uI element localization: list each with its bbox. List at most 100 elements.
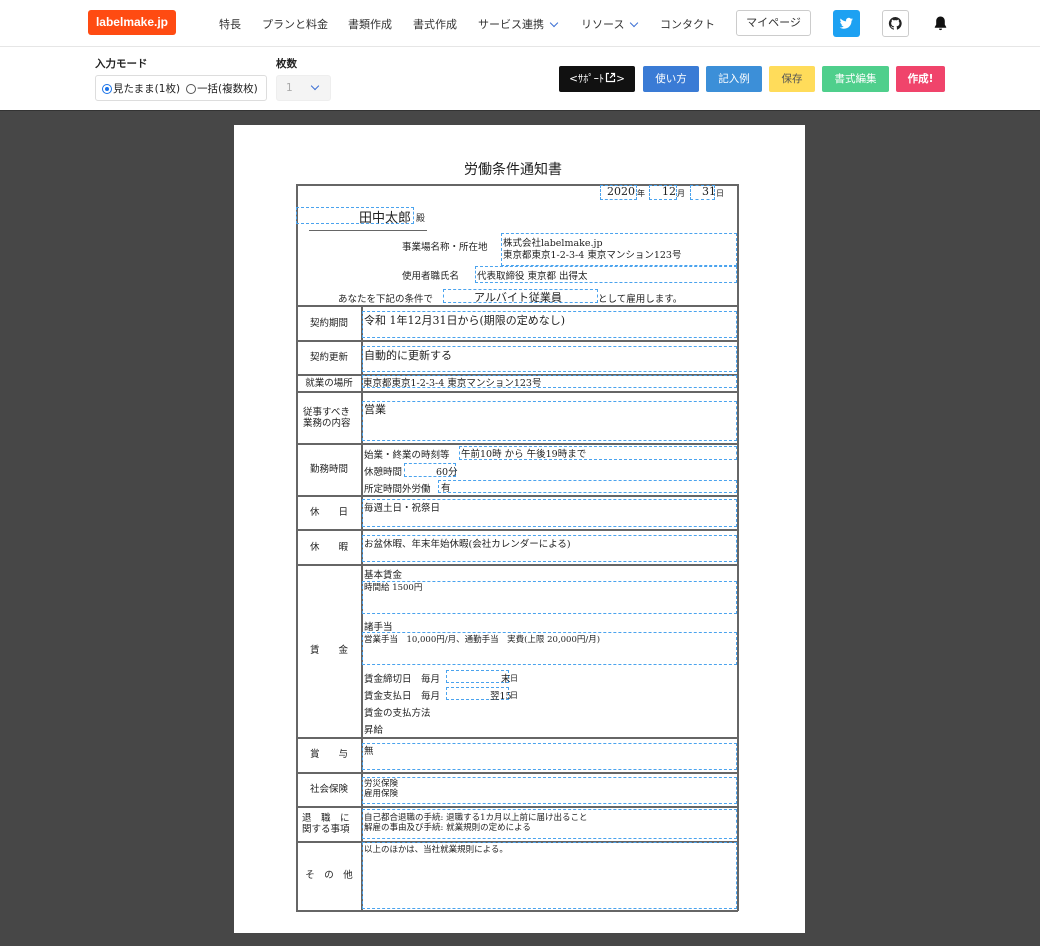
insurance-field[interactable] [362,777,737,804]
mode-bulk-label[interactable]: 一括(複数枚) [197,81,258,96]
payment-method-label: 賃金の支払方法 [364,708,431,719]
bonus-field[interactable] [362,743,737,770]
chevron-down-icon [549,18,559,28]
bonus-value: 無 [364,746,374,757]
toolbar: 入力モード 見たまま(1枚) 一括(複数枚) 枚数 1 <ｻﾎﾟｰﾄ > 使い方 … [0,47,1040,110]
row-divider [296,806,738,808]
support-chevron: > [616,73,625,85]
break-value: 60分 [436,467,458,478]
label-social-insurance: 社会保険 [309,784,348,795]
nav-pricing[interactable]: プランと料金 [262,16,328,32]
edit-format-button[interactable]: 書式編集 [822,66,889,92]
twitter-button[interactable] [833,10,860,37]
mypage-button[interactable]: マイページ [736,10,811,36]
nav-integrations[interactable]: サービス連携 [478,16,559,32]
save-button[interactable]: 保存 [769,66,815,92]
github-icon [888,16,902,30]
row-divider [296,495,738,497]
label-work-hours: 勤務時間 [309,464,348,475]
twitter-icon [839,17,853,29]
label-wages: 賃 金 [309,645,348,656]
duties-field[interactable] [362,401,737,441]
pay-label: 賃金支払日 毎月 [364,691,441,702]
closing-day-suffix: 日 [510,674,518,683]
label-other: そ の 他 [305,870,353,881]
pay-value: 翌15 [490,691,512,702]
chevron-down-icon [310,81,320,91]
row-divider [296,564,738,566]
table-border [737,184,739,911]
row-divider [296,737,738,739]
overtime-label: 所定時間外労働 [364,484,431,495]
vacation-value: お盆休暇、年末年始休暇(会社カレンダーによる) [364,539,571,550]
allowance-label: 諸手当 [364,622,393,633]
row-divider [296,340,738,342]
mode-single-radio[interactable] [102,84,112,94]
workplace-label: 事業場名称・所在地 [402,242,488,253]
row-divider [296,529,738,531]
chevron-down-icon [630,18,639,28]
label-work-place: 就業の場所 [305,378,353,389]
closing-label: 賃金締切日 毎月 [364,674,441,685]
honorific: 殿 [416,214,426,224]
company-address: 東京都東京1-2-3-4 東京マンション123号 [503,250,682,261]
insurance-value-2: 雇用保険 [364,789,399,799]
retirement-value-2: 解雇の事由及び手続: 就業規則の定めによる [364,823,531,833]
nav-documents[interactable]: 書類作成 [348,16,392,32]
row-divider [296,443,738,445]
mode-bulk-radio[interactable] [186,84,197,94]
other-value: 以上のほかは、当社就業規則による。 [364,845,508,855]
example-button[interactable]: 記入例 [706,66,762,92]
employer-name: 代表取締役 東京都 出得太 [477,271,588,282]
nav-features[interactable]: 特長 [219,16,241,32]
howto-button[interactable]: 使い方 [643,66,699,92]
logo[interactable]: labelmake.jp [88,10,176,35]
create-button[interactable]: 作成! [896,66,945,92]
label-renewal: 契約更新 [309,352,348,363]
nav-formats[interactable]: 書式作成 [413,16,457,32]
document-page: 労働条件通知書 2020 年 12 月 31 日 田中太郎 殿 事業場名称・所在… [234,125,805,933]
external-link-icon [606,72,616,83]
nav-contact[interactable]: コンタクト [660,16,715,32]
overtime-value: 有 [441,483,451,494]
count-label: 枚数 [276,58,297,70]
support-label: <ｻﾎﾟｰﾄ [569,73,605,85]
employee-name: 田中太郎 [359,211,412,226]
label-retirement: 退 職 に関する事項 [302,813,350,835]
notifications-button[interactable] [927,10,954,37]
label-contract-period: 契約期間 [309,318,348,329]
mode-radio-group: 見たまま(1枚) 一括(複数枚) [95,75,267,101]
nav-resources[interactable]: リソース [581,16,639,32]
raise-label: 昇給 [364,725,384,736]
top-navbar: labelmake.jp 特長 プランと料金 書類作成 書式作成 サービス連携 … [0,0,1040,47]
count-value: 1 [286,82,293,94]
support-button[interactable]: <ｻﾎﾟｰﾄ > [559,66,635,92]
month-unit: 月 [677,189,685,198]
row-divider [296,305,738,307]
document-canvas: 労働条件通知書 2020 年 12 月 31 日 田中太郎 殿 事業場名称・所在… [0,110,1040,946]
holidays-value: 毎週土日・祝祭日 [364,503,441,514]
name-underline [309,230,427,231]
break-label: 休憩時間 [364,467,403,478]
intro-pre: あなたを下記の条件で [338,294,434,305]
mode-single-label[interactable]: 見たまま(1枚) [113,81,180,96]
base-wage-value: 時間給 1500円 [364,583,423,593]
year-unit: 年 [637,189,645,198]
label-vacation: 休 暇 [309,542,348,553]
row-divider [296,391,738,393]
renewal-value: 自動的に更新する [364,349,452,362]
start-end-label: 始業・終業の時刻等 [364,450,450,461]
day-value: 31 [702,185,716,198]
count-select[interactable]: 1 [276,75,331,101]
overtime-field[interactable] [438,480,737,493]
intro-post: として雇用します。 [598,294,683,305]
pay-day-suffix: 日 [510,691,518,700]
contract-period-value: 令和 1年12月31日から(期限の定めなし) [364,314,566,327]
month-value: 12 [662,185,676,198]
label-holidays: 休 日 [309,507,348,518]
github-button[interactable] [882,10,909,37]
label-duties: 従事すべき業務の内容 [303,407,351,429]
allowance-value: 営業手当 10,000円/月、通勤手当 実費(上限 20,000円/月) [364,635,601,645]
closing-field[interactable] [446,670,509,683]
bell-icon [934,16,947,31]
